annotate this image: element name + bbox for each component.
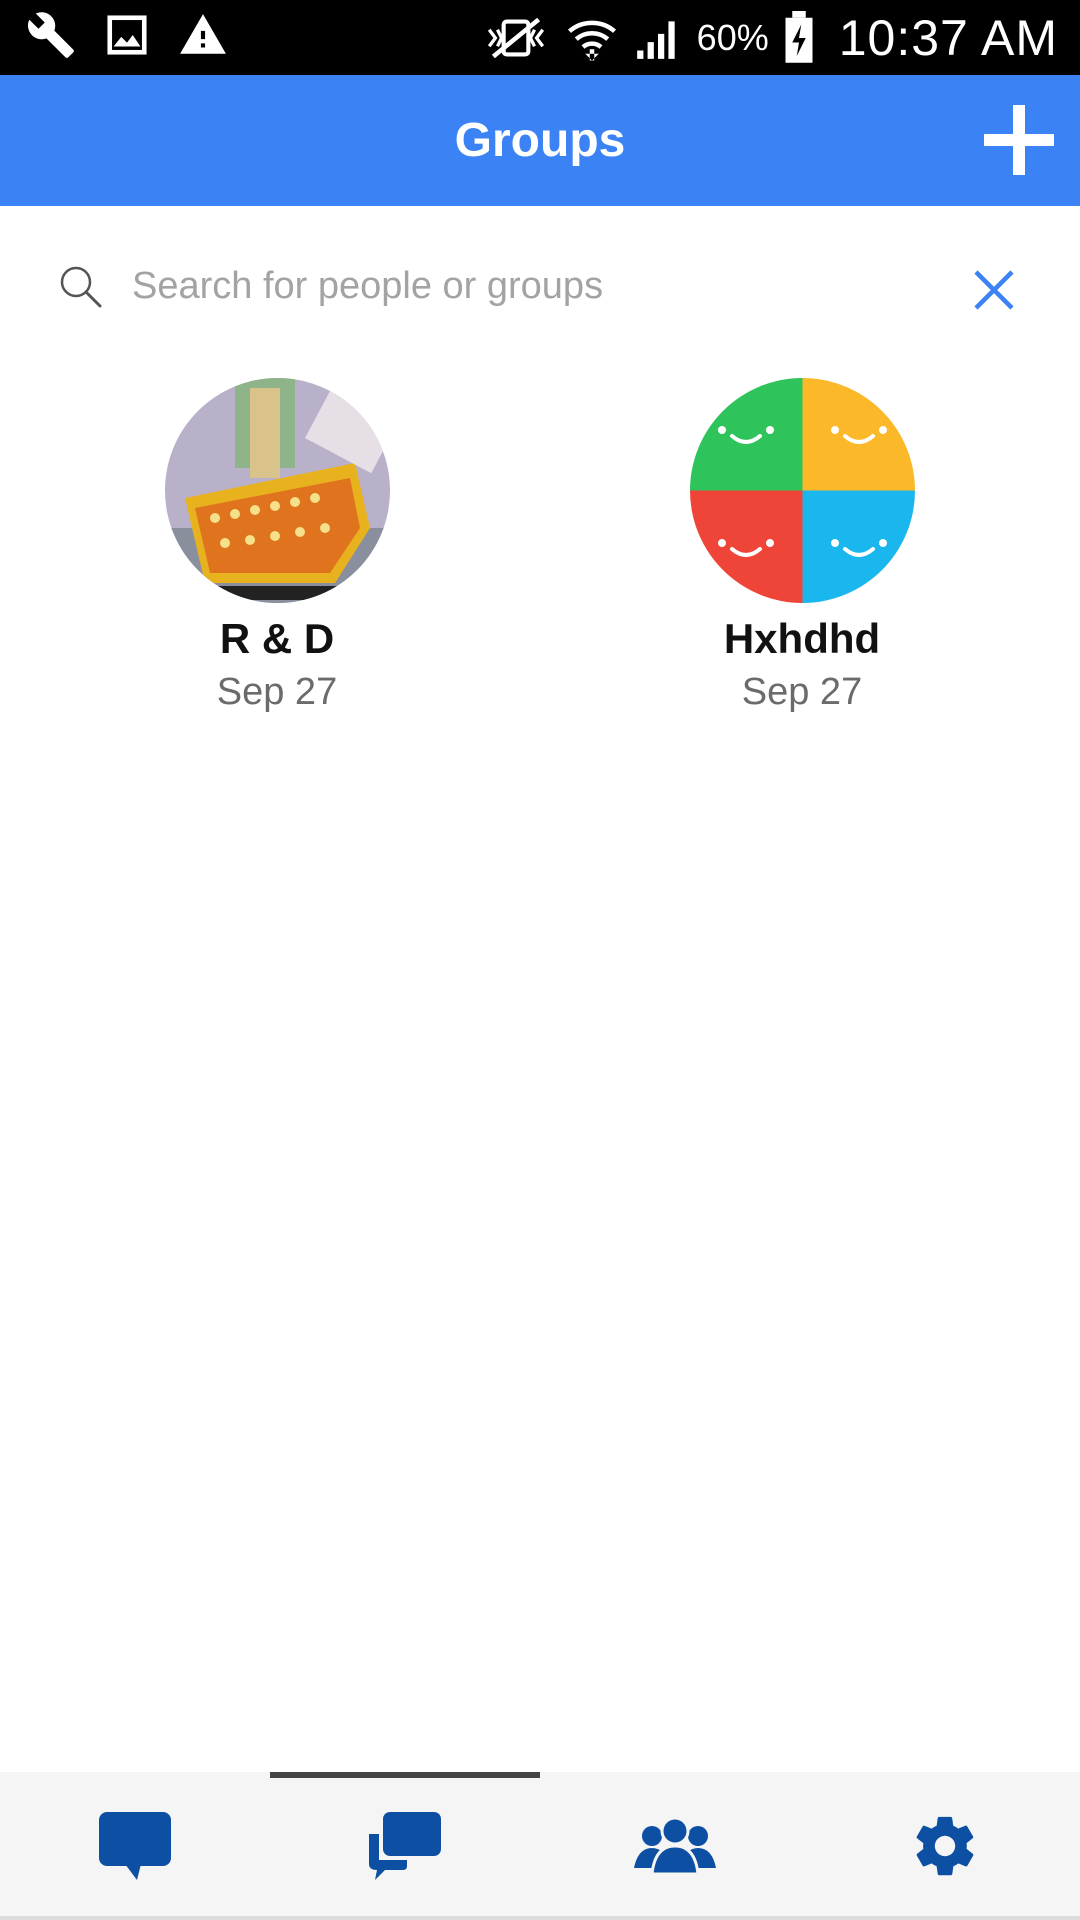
bottom-nav bbox=[0, 1772, 1080, 1920]
group-item[interactable]: R & D Sep 27 bbox=[127, 378, 427, 714]
search-input[interactable] bbox=[132, 258, 922, 314]
search-bar bbox=[0, 240, 1080, 330]
plus-icon bbox=[984, 105, 1054, 175]
nav-bottom-divider bbox=[0, 1916, 1080, 1920]
group-chat-icon bbox=[369, 1812, 441, 1880]
status-time: 10:37 AM bbox=[838, 9, 1058, 66]
image-icon bbox=[104, 12, 150, 58]
clear-search-button[interactable] bbox=[970, 266, 1018, 314]
quadrant-smiley-avatar bbox=[689, 378, 915, 603]
status-left-icons bbox=[26, 10, 228, 60]
status-bar: 60% 10:37 AM bbox=[0, 0, 1080, 75]
page-title: Groups bbox=[454, 114, 626, 167]
app-bar: Groups bbox=[0, 75, 1080, 206]
wifi-icon bbox=[565, 11, 619, 65]
vibrate-icon bbox=[481, 13, 551, 63]
group-name: R & D bbox=[219, 615, 335, 662]
search-icon bbox=[60, 266, 102, 308]
battery-percent: 60% bbox=[696, 16, 769, 58]
warning-icon bbox=[178, 10, 228, 60]
chat-bubble-icon bbox=[99, 1812, 171, 1880]
wrench-icon bbox=[26, 10, 76, 60]
nav-tab-contacts[interactable] bbox=[540, 1772, 810, 1920]
group-name: Hxhdhd bbox=[723, 615, 881, 662]
battery-icon bbox=[783, 10, 815, 65]
group-avatar bbox=[689, 378, 915, 603]
status-right-icons: 60% 10:37 AM bbox=[481, 0, 1058, 75]
nav-tab-settings[interactable] bbox=[810, 1772, 1080, 1920]
add-group-button[interactable] bbox=[982, 103, 1056, 177]
nav-tab-chats[interactable] bbox=[0, 1772, 270, 1920]
signal-icon bbox=[633, 13, 683, 63]
group-avatar bbox=[164, 378, 390, 603]
group-item[interactable]: Hxhdhd Sep 27 bbox=[652, 378, 952, 714]
group-date: Sep 27 bbox=[741, 671, 863, 713]
nav-tab-groups[interactable] bbox=[270, 1772, 540, 1920]
contacts-icon bbox=[634, 1816, 716, 1876]
group-date: Sep 27 bbox=[216, 671, 338, 713]
photo-avatar bbox=[164, 378, 390, 603]
settings-gear-icon bbox=[916, 1816, 974, 1876]
close-icon bbox=[974, 270, 1014, 310]
